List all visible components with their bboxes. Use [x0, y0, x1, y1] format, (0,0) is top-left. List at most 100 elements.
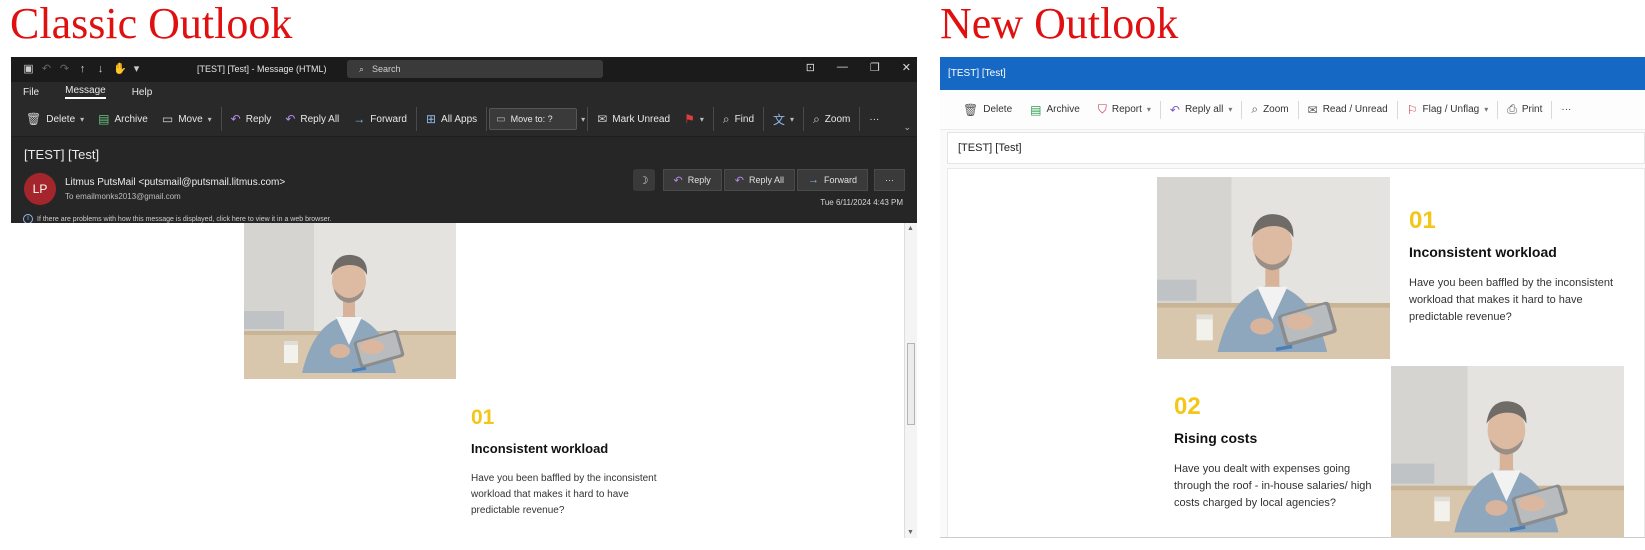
redo-icon[interactable]: ↷	[59, 64, 70, 75]
ribbon-display-icon[interactable]: ⊡	[806, 61, 815, 74]
flag-icon: ⚐	[1406, 102, 1418, 117]
search-placeholder: Search	[372, 64, 401, 74]
search-icon: ⌕	[359, 63, 365, 74]
archive-button[interactable]: ▤ Archive	[91, 107, 155, 131]
envelope-icon: ✉	[1307, 102, 1318, 117]
window-title: [TEST] [Test]	[948, 68, 1006, 79]
message-body: 01 Inconsistent workload Have you been b…	[947, 168, 1645, 538]
folder-move-icon: ▭	[161, 112, 174, 126]
scroll-up-icon[interactable]: ▲	[907, 225, 914, 232]
new-outlook-caption: New Outlook	[940, 0, 1179, 48]
dark-mode-toggle[interactable]: ☽	[632, 169, 655, 191]
header-reply-all-button[interactable]: ↶ Reply All	[723, 169, 795, 191]
ribbon-separator	[587, 107, 589, 131]
scroll-down-icon[interactable]: ▼	[907, 529, 914, 536]
save-icon[interactable]: ▣	[23, 64, 34, 75]
collapse-ribbon-icon[interactable]: ⌄	[903, 122, 911, 133]
more-options-button[interactable]: ···	[1552, 104, 1580, 115]
reply-button[interactable]: ↶ Reply	[224, 107, 279, 131]
report-button[interactable]: ⛉ Report ▾	[1089, 102, 1160, 117]
message-header: [TEST] [Test] LP Litmus PutsMail <putsma…	[11, 137, 917, 227]
recipient: To emailmonks2013@gmail.com	[65, 192, 181, 201]
tab-message[interactable]: Message	[65, 85, 106, 99]
item-text: Have you been baffled by the inconsisten…	[1409, 277, 1614, 323]
sender[interactable]: Litmus PutsMail <putsmail@putsmail.litmu…	[65, 177, 285, 188]
flag-button[interactable]: ⚑ ▾	[677, 107, 711, 131]
undo-icon[interactable]: ↶	[41, 64, 52, 75]
folder-icon: ▭	[496, 113, 506, 125]
search-icon: ⌕	[722, 111, 730, 126]
chevron-down-icon: ▾	[1484, 105, 1489, 114]
reply-all-icon: ↶	[1169, 102, 1180, 117]
message-actions: ☽ ↶ Reply ↶ Reply All → Forward ···	[632, 169, 905, 191]
reply-all-icon: ↶	[285, 112, 296, 126]
chevron-down-icon: ▾	[207, 114, 212, 124]
apps-grid-icon: ⊞	[425, 112, 437, 126]
trash-icon: 🗑	[963, 102, 979, 117]
minimize-icon[interactable]: —	[837, 61, 848, 74]
trash-icon: 🗑	[26, 112, 42, 126]
customize-toolbar-icon[interactable]: ▾	[131, 64, 142, 75]
chevron-down-icon: ▾	[1146, 105, 1151, 114]
item-heading: Inconsistent workload	[471, 441, 609, 456]
move-to-dropdown[interactable]: ▭ Move to: ?	[489, 108, 578, 130]
forward-icon: →	[353, 112, 366, 126]
new-outlook-window: [TEST] [Test] 🗑 Delete ▤ Archive ⛉ Repor…	[940, 57, 1645, 538]
translate-button[interactable]: 文 ▾	[766, 107, 801, 131]
reply-icon: ↶	[673, 174, 683, 187]
classic-outlook-caption: Classic Outlook	[10, 0, 293, 48]
zoom-button[interactable]: ⌕ Zoom	[1242, 102, 1297, 117]
header-forward-button[interactable]: → Forward	[796, 169, 868, 191]
tab-file[interactable]: File	[23, 87, 39, 98]
delete-button[interactable]: 🗑 Delete ▾	[19, 107, 91, 131]
find-button[interactable]: ⌕ Find	[716, 107, 761, 131]
all-apps-button[interactable]: ⊞ All Apps	[419, 107, 484, 131]
classic-title-bar: ▣ ↶ ↷ ↑ ↓ ✋ ▾ [TEST] [Test] - Message (H…	[11, 57, 917, 82]
search-box[interactable]: ⌕ Search	[347, 60, 603, 78]
close-icon[interactable]: ✕	[902, 61, 911, 74]
reply-icon: ↶	[230, 112, 241, 126]
header-more-button[interactable]: ···	[874, 169, 905, 191]
restore-icon[interactable]: ❐	[870, 61, 880, 74]
scrollbar-thumb[interactable]	[907, 343, 915, 425]
move-button[interactable]: ▭ Move ▾	[155, 107, 219, 131]
flag-unflag-button[interactable]: ⚐ Flag / Unflag ▾	[1398, 103, 1497, 117]
previous-item-icon[interactable]: ↑	[77, 64, 88, 75]
window-controls: ⊡ — ❐ ✕	[806, 61, 911, 74]
chevron-down-icon[interactable]: ▾	[581, 115, 585, 124]
reply-all-button[interactable]: ↶ Reply all ▾	[1161, 103, 1241, 117]
item-number: 02	[1174, 393, 1201, 420]
avatar[interactable]: LP	[24, 173, 56, 205]
next-item-icon[interactable]: ↓	[95, 64, 106, 75]
ribbon-separator	[486, 107, 488, 131]
ribbon-separator	[712, 107, 714, 131]
mark-unread-button[interactable]: ✉ Mark Unread	[590, 107, 677, 131]
item-heading: Inconsistent workload	[1409, 244, 1557, 260]
tab-help[interactable]: Help	[132, 87, 153, 98]
zoom-button[interactable]: ⌕ Zoom	[806, 107, 857, 131]
zoom-icon: ⌕	[1251, 102, 1259, 116]
received-date: Tue 6/11/2024 4:43 PM	[820, 198, 903, 207]
moon-icon: ☽	[638, 174, 649, 187]
delete-button[interactable]: 🗑 Delete	[954, 103, 1021, 117]
header-reply-button[interactable]: ↶ Reply	[662, 169, 722, 191]
archive-icon: ▤	[98, 112, 110, 126]
new-toolbar: 🗑 Delete ▤ Archive ⛉ Report ▾ ↶ Reply al…	[940, 90, 1645, 130]
man-with-tablet-image	[1391, 366, 1624, 538]
archive-icon: ▤	[1030, 102, 1042, 117]
message-body: 01 Inconsistent workload Have you been b…	[11, 223, 917, 538]
print-button[interactable]: ⎙ Print	[1498, 102, 1551, 117]
archive-button[interactable]: ▤ Archive	[1021, 103, 1089, 117]
message-subject: [TEST] [Test]	[947, 132, 1645, 164]
reply-all-button[interactable]: ↶ Reply All	[278, 107, 346, 131]
item-number: 01	[1409, 207, 1436, 234]
more-options-button[interactable]: ···	[862, 107, 886, 131]
more-icon: ···	[885, 175, 894, 185]
vertical-scrollbar[interactable]: ▲ ▼	[904, 223, 917, 538]
forward-button[interactable]: → Forward	[346, 107, 414, 131]
forward-icon: →	[807, 174, 819, 186]
read-unread-button[interactable]: ✉ Read / Unread	[1299, 103, 1397, 117]
touch-mode-icon[interactable]: ✋	[113, 64, 127, 75]
print-icon: ⎙	[1507, 102, 1517, 116]
ribbon-separator	[803, 107, 805, 131]
